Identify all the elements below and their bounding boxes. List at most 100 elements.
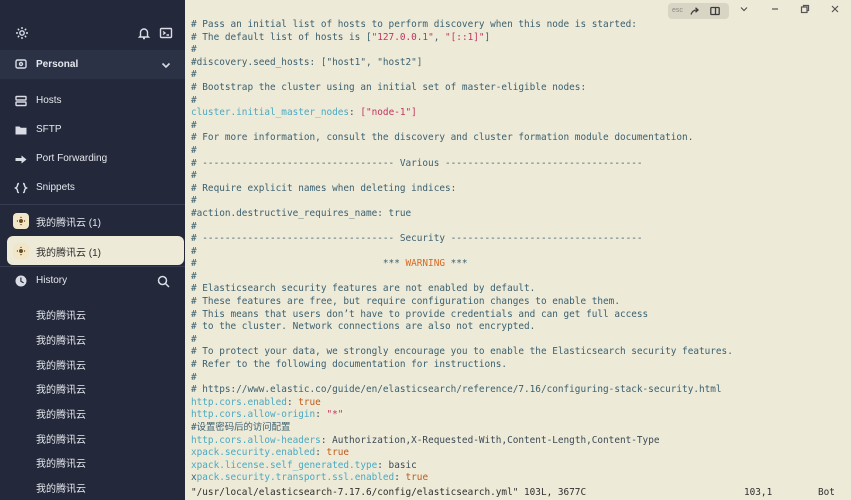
terminal-line: # https://www.elastic.co/guide/en/elasti… bbox=[191, 384, 733, 397]
search-icon[interactable] bbox=[157, 275, 170, 288]
terminal-icon[interactable] bbox=[159, 26, 173, 40]
terminal-line: # to the cluster. Network connections ar… bbox=[191, 321, 733, 334]
history-item[interactable]: 我的腾讯云 bbox=[36, 381, 86, 396]
close-icon[interactable] bbox=[830, 4, 840, 14]
host-group-label: 我的腾讯云 (1) bbox=[36, 248, 101, 259]
vault-icon bbox=[15, 59, 27, 69]
settings-gear-icon[interactable] bbox=[15, 26, 29, 40]
terminal-text: # To protect your data, we strongly enco… bbox=[191, 346, 733, 358]
vim-status-file: "/usr/local/elasticsearch-7.17.6/config/… bbox=[191, 487, 587, 498]
terminal-text: : bbox=[349, 107, 361, 119]
port-forwarding-icon bbox=[15, 155, 27, 164]
vault-selector[interactable]: Personal bbox=[0, 50, 185, 79]
terminal-text: # ---------------------------------- Var… bbox=[191, 157, 643, 169]
terminal-text: # bbox=[191, 333, 197, 345]
host-group-item-active[interactable]: 我的腾讯云 (1) bbox=[7, 236, 184, 265]
terminal-text: # bbox=[191, 371, 197, 383]
terminal-line: # bbox=[191, 145, 733, 158]
terminal-text: : bbox=[315, 409, 327, 421]
terminal-line: # bbox=[191, 221, 733, 234]
terminal-line: # Require explicit names when deleting i… bbox=[191, 183, 733, 196]
sidebar-header bbox=[0, 0, 185, 50]
terminal-text: #设置密码后的访问配置 bbox=[191, 422, 291, 433]
terminal-text: # For more information, consult the disc… bbox=[191, 132, 694, 144]
hosts-icon bbox=[15, 95, 27, 107]
server-group-icon bbox=[13, 243, 29, 259]
history-item[interactable]: 我的腾讯云 bbox=[36, 431, 86, 446]
terminal-text: cluster.initial_master_nodes bbox=[191, 107, 350, 119]
terminal-text: true bbox=[298, 396, 321, 408]
sidebar-item-hosts[interactable]: Hosts bbox=[0, 87, 185, 116]
terminal-text: "127.0.0.1" bbox=[371, 31, 434, 43]
sidebar-item-label: SFTP bbox=[36, 124, 62, 135]
terminal-line: # bbox=[191, 44, 733, 57]
terminal-line: xpack.security.enabled: true bbox=[191, 447, 733, 460]
terminal-text: # bbox=[191, 270, 197, 282]
terminal-text: ] bbox=[484, 31, 491, 43]
terminal-text: # Require explicit names when deleting i… bbox=[191, 182, 457, 194]
terminal-text: # Bootstrap the cluster using an initial… bbox=[191, 81, 587, 93]
chevron-down-icon[interactable] bbox=[739, 4, 749, 14]
terminal-text: : Authorization,X-Requested-With,Content… bbox=[320, 434, 660, 446]
terminal-line: # bbox=[191, 69, 733, 82]
history-item[interactable]: 我的腾讯云 bbox=[36, 480, 86, 495]
terminal-line: # For more information, consult the disc… bbox=[191, 132, 733, 145]
terminal-line: http.cors.allow-origin: "*" bbox=[191, 409, 733, 422]
terminal-text: http.cors.enabled bbox=[191, 396, 287, 408]
terminal-text: # *** bbox=[191, 258, 406, 270]
restore-window-icon[interactable] bbox=[800, 4, 810, 14]
notifications-bell-icon[interactable] bbox=[137, 26, 151, 40]
terminal-text: xpack.license.self_generated.type bbox=[191, 459, 378, 471]
sidebar-item-port-forwarding[interactable]: Port Forwarding bbox=[0, 145, 185, 174]
terminal-line: # bbox=[191, 271, 733, 284]
terminal-line: # *** WARNING *** bbox=[191, 258, 733, 271]
terminal-line: # bbox=[191, 246, 733, 259]
terminal-line: xpack.license.self_generated.type: basic bbox=[191, 460, 733, 473]
chevron-down-icon bbox=[161, 62, 171, 69]
terminal-line: # bbox=[191, 95, 733, 108]
terminal-text: pack.security.transport.ssl.enabled bbox=[196, 472, 395, 484]
host-group-label: 我的腾讯云 (1) bbox=[36, 218, 101, 229]
share-arrow-icon[interactable] bbox=[690, 6, 700, 16]
terminal-text: # This means that users don’t have to pr… bbox=[191, 308, 649, 320]
terminal-line: #action.destructive_requires_name: true bbox=[191, 208, 733, 221]
terminal-text: # bbox=[191, 245, 197, 257]
terminal-text: true bbox=[326, 447, 350, 459]
history-item[interactable]: 我的腾讯云 bbox=[36, 307, 86, 322]
terminal-pane[interactable]: # Pass an initial list of hosts to perfo… bbox=[185, 0, 851, 500]
terminal-line: # bbox=[191, 334, 733, 347]
terminal-line: #设置密码后的访问配置 bbox=[191, 422, 733, 435]
server-group-icon bbox=[13, 213, 29, 229]
esc-key-label[interactable]: esc bbox=[672, 7, 683, 14]
host-group-item[interactable]: 我的腾讯云 (1) bbox=[0, 206, 185, 235]
terminal-line: # The default list of hosts is ["127.0.0… bbox=[191, 32, 733, 45]
history-header[interactable]: History bbox=[0, 267, 185, 296]
terminal-text: # ---------------------------------- Sec… bbox=[191, 233, 643, 245]
terminal-text: xpack.security.enabled bbox=[191, 447, 316, 459]
sidebar-item-snippets[interactable]: Snippets bbox=[0, 174, 185, 203]
history-item[interactable]: 我的腾讯云 bbox=[36, 357, 86, 372]
terminal-text: *** bbox=[445, 258, 468, 270]
vault-name: Personal bbox=[36, 59, 79, 70]
terminal-line: xpack.security.transport.ssl.enabled: tr… bbox=[191, 472, 733, 485]
terminal-text: : basic bbox=[377, 459, 417, 471]
folder-icon bbox=[15, 126, 27, 135]
terminal-text: : bbox=[286, 396, 299, 408]
terminal-text: # bbox=[191, 144, 197, 156]
terminal-text: # https://www.elastic.co/guide/en/elasti… bbox=[191, 384, 722, 396]
terminal-text: # bbox=[191, 220, 197, 232]
sidebar-item-label: Snippets bbox=[36, 182, 75, 193]
terminal-text: # The default list of hosts is [ bbox=[191, 31, 372, 43]
history-item[interactable]: 我的腾讯云 bbox=[36, 406, 86, 421]
terminal-line: # bbox=[191, 170, 733, 183]
minimize-icon[interactable] bbox=[770, 4, 780, 14]
sidebar-item-sftp[interactable]: SFTP bbox=[0, 116, 185, 145]
terminal-line: # Bootstrap the cluster using an initial… bbox=[191, 82, 733, 95]
split-view-icon[interactable] bbox=[710, 6, 720, 16]
terminal-text: http.cors.allow-origin bbox=[191, 409, 316, 421]
terminal-text: "*" bbox=[326, 409, 344, 421]
history-item[interactable]: 我的腾讯云 bbox=[36, 332, 86, 347]
history-item[interactable]: 我的腾讯云 bbox=[36, 455, 86, 470]
terminal-text: # Refer to the following documentation f… bbox=[191, 359, 508, 371]
terminal-text: http.cors.allow-headers bbox=[191, 434, 321, 446]
